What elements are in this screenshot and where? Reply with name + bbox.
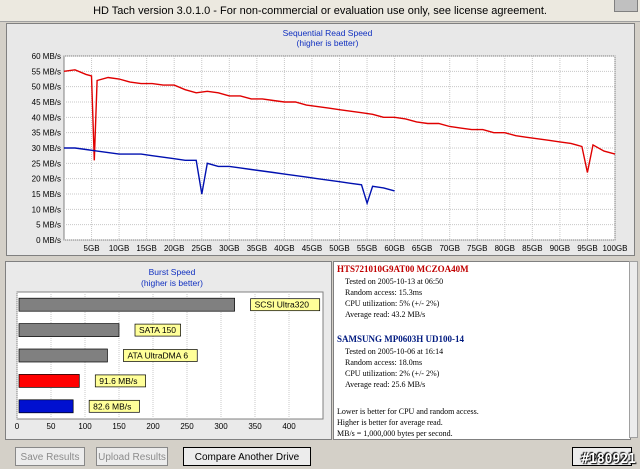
seq-y-tick-label: 50 MB/s (32, 83, 61, 92)
burst-chart-title: Burst Speed (149, 267, 196, 277)
seq-y-tick-label: 30 MB/s (32, 144, 61, 153)
seq-y-tick-label: 60 MB/s (32, 52, 61, 61)
seq-x-tick-label: 20GB (164, 244, 184, 253)
watermark-text: #180921 (581, 452, 636, 467)
burst-bar (18, 348, 108, 363)
seq-y-tick-label: 45 MB/s (32, 98, 61, 107)
drive1-title: HTS721010G9AT00 MCZOA40M (337, 264, 469, 274)
compare-another-drive-button[interactable]: Compare Another Drive (183, 447, 311, 466)
burst-speed-chart: Burst Speed (higher is better) 0 50 100 150 20… (5, 261, 332, 440)
results-info-panel: HTS721010G9AT00 MCZOA40M Tested on 2005-… (333, 261, 631, 440)
seq-x-tick-label: 80GB (495, 244, 515, 253)
seq-y-tick-label: 25 MB/s (32, 159, 61, 168)
note-cpu-random: Lower is better for CPU and random acces… (337, 407, 479, 416)
burst-bar (18, 323, 120, 337)
note-mbps-definition: MB/s = 1,000,000 bytes per second. (337, 429, 453, 438)
title-bar: HD Tach version 3.0.1.0 - For non-commer… (0, 0, 640, 22)
burst-x-tick-label: 150 (112, 422, 126, 431)
seq-y-tick-label: 5 MB/s (36, 221, 61, 230)
save-results-button[interactable]: Save Results (15, 447, 85, 466)
burst-x-tick-label: 100 (78, 422, 92, 431)
drive2-title: SAMSUNG MP0603H UD100-14 (337, 334, 464, 344)
burst-x-tick-label: 200 (146, 422, 160, 431)
seq-y-tick-label: 35 MB/s (32, 129, 61, 138)
seq-x-tick-label: 100GB (603, 244, 628, 253)
drive2-line-cpu: CPU utilization: 2% (+/- 2%) (345, 369, 440, 378)
seq-x-tick-label: 40GB (274, 244, 294, 253)
drive1-line-random: Random access: 15.3ms (345, 288, 423, 297)
burst-label-text: 91.6 MB/s (99, 376, 137, 386)
burst-x-tick-label: 250 (180, 422, 194, 431)
drive1-line-avg: Average read: 43.2 MB/s (345, 310, 426, 319)
seq-y-tick-label: 15 MB/s (32, 190, 61, 199)
seq-y-tick-label: 55 MB/s (32, 67, 61, 76)
seq-y-tick-label: 20 MB/s (32, 175, 61, 184)
burst-label-text: SCSI Ultra320 (255, 300, 310, 310)
seq-y-tick-label: 10 MB/s (32, 205, 61, 214)
seq-x-tick-label: 90GB (550, 244, 570, 253)
seq-x-tick-label: 65GB (412, 244, 432, 253)
drive1-line-cpu: CPU utilization: 5% (+/- 2%) (345, 299, 440, 308)
burst-x-tick-label: 0 (15, 422, 20, 431)
seq-x-tick-label: 10GB (109, 244, 129, 253)
burst-x-tick-label: 300 (214, 422, 228, 431)
drive2-line-tested: Tested on 2005-10-06 at 16:14 (345, 347, 444, 356)
seq-x-tick-label: 5GB (84, 244, 100, 253)
seq-x-tick-label: 85GB (522, 244, 542, 253)
seq-x-tick-label: 95GB (577, 244, 597, 253)
burst-speed-svg: Burst Speed(higher is better) 0 50 100 150 20… (15, 267, 324, 431)
seq-x-tick-label: 70GB (439, 244, 459, 253)
seq-x-tick-label: 30GB (219, 244, 239, 253)
seq-x-tick-label: 25GB (192, 244, 212, 253)
burst-x-tick-label: 350 (248, 422, 262, 431)
info-scrollbar[interactable] (629, 261, 638, 438)
seq-x-tick-label: 15GB (136, 244, 156, 253)
drive2-line-random: Random access: 18.0ms (345, 358, 423, 367)
seq-x-tick-label: 35GB (247, 244, 267, 253)
burst-x-tick-label: 400 (282, 422, 296, 431)
seq-y-tick-label: 0 MB/s (36, 236, 61, 245)
seq-chart-subtitle: (higher is better) (297, 38, 359, 48)
burst-bar (18, 399, 74, 414)
window-title: HD Tach version 3.0.1.0 - For non-commer… (93, 5, 547, 17)
seq-x-tick-label: 55GB (357, 244, 377, 253)
seq-chart-title: Sequential Read Speed (283, 28, 373, 38)
burst-label-text: 82.6 MB/s (93, 401, 131, 411)
seq-x-tick-label: 45GB (302, 244, 322, 253)
close-button[interactable] (614, 0, 638, 12)
note-average-read: Higher is better for average read. (337, 418, 443, 427)
seq-y-tick-label: 40 MB/s (32, 113, 61, 122)
burst-label-text: SATA 150 (139, 325, 176, 335)
sequential-read-svg: Sequential Read Speed(higher is better) 6… (32, 28, 628, 253)
seq-x-tick-label: 50GB (329, 244, 349, 253)
drive2-line-avg: Average read: 25.6 MB/s (345, 380, 426, 389)
seq-x-tick-label: 75GB (467, 244, 487, 253)
drive1-line-tested: Tested on 2005-10-13 at 06:50 (345, 277, 444, 286)
seq-x-tick-label: 60GB (384, 244, 404, 253)
burst-label-text: ATA UltraDMA 6 (127, 351, 188, 361)
burst-x-tick-label: 50 (47, 422, 56, 431)
upload-results-button[interactable]: Upload Results (96, 447, 168, 466)
burst-bar (18, 297, 235, 312)
burst-bar (18, 374, 80, 388)
sequential-read-chart: Sequential Read Speed (higher is better) 6… (6, 23, 635, 256)
burst-chart-subtitle: (higher is better) (141, 278, 203, 288)
